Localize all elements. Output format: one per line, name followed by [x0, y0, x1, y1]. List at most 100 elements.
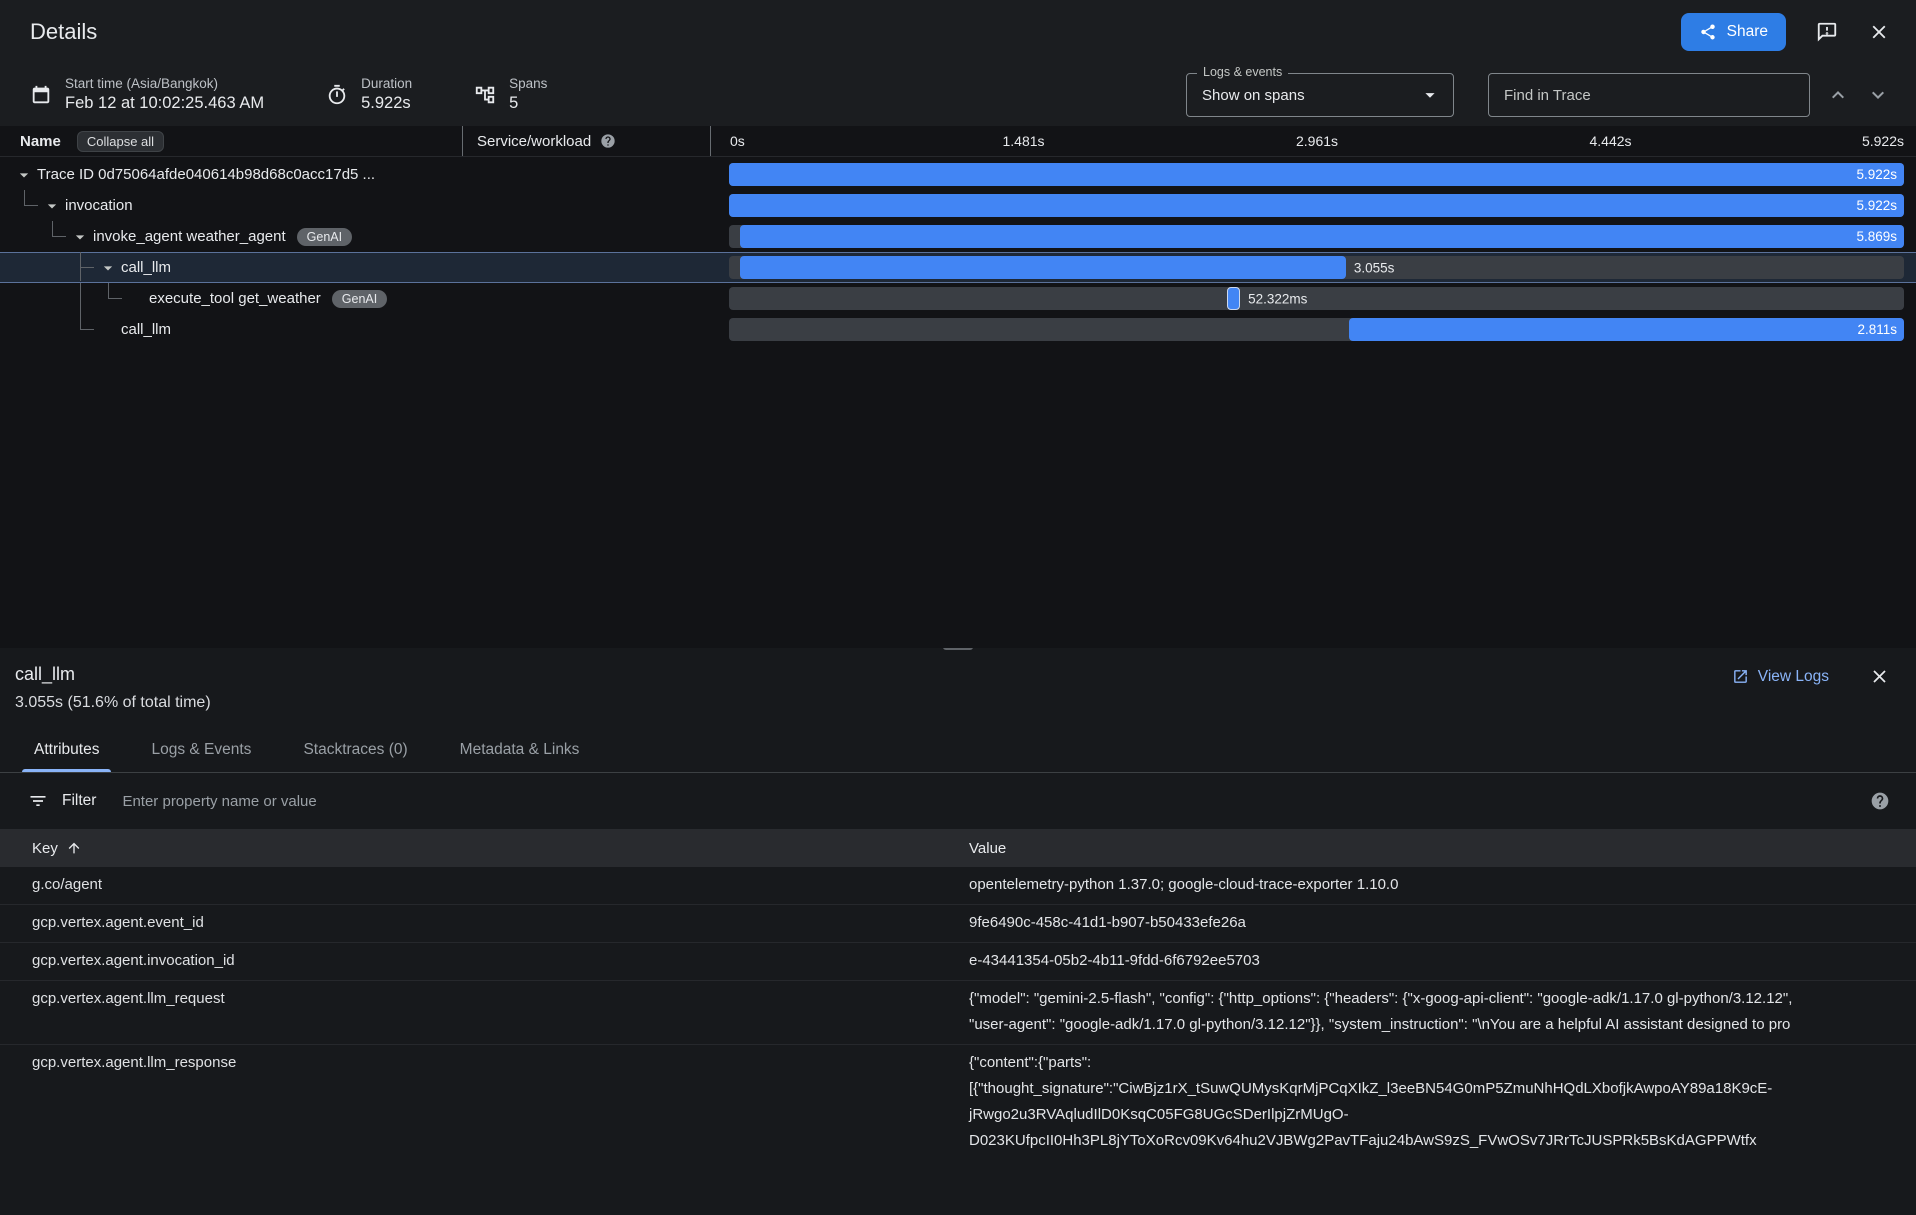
close-icon	[1868, 21, 1890, 43]
close-panel-button[interactable]	[1869, 666, 1890, 687]
span-service-cell	[462, 159, 710, 190]
span-row[interactable]: invocation 5.922s	[0, 190, 1916, 221]
attribute-row[interactable]: g.co/agent opentelemetry-python 1.37.0; …	[0, 867, 1916, 904]
spans-value: 5	[509, 93, 547, 114]
span-timeline-cell: 3.055s	[710, 252, 1916, 283]
axis-tick: 2.961s	[1296, 133, 1338, 149]
trace-details-window: Details Share	[0, 0, 1916, 1215]
tab-attributes[interactable]: Attributes	[8, 728, 125, 772]
attribute-value: e-43441354-05b2-4b11-9fdd-6f6792ee5703	[969, 948, 1916, 974]
attribute-key: gcp.vertex.agent.invocation_id	[0, 948, 969, 974]
span-duration-label: 52.322ms	[1248, 291, 1307, 306]
genai-badge: GenAI	[297, 228, 352, 246]
find-in-trace-input[interactable]	[1488, 73, 1810, 117]
timeline-track: 5.869s	[729, 225, 1904, 248]
attribute-filter-input[interactable]	[122, 793, 1856, 810]
span-service-cell	[462, 252, 710, 283]
span-row[interactable]: Trace ID 0d75064afde040614b98d68c0acc17d…	[0, 159, 1916, 190]
span-row[interactable]: execute_tool get_weather GenAI 52.322ms	[0, 283, 1916, 314]
expand-chevron-icon[interactable]	[98, 258, 118, 278]
span-duration-label: 5.922s	[1849, 198, 1904, 213]
panel-resize-handle[interactable]	[943, 648, 973, 650]
view-logs-label: View Logs	[1758, 668, 1829, 686]
span-duration-bar[interactable]: 2.811s	[1349, 318, 1904, 341]
axis-tick: 5.922s	[1862, 133, 1904, 149]
span-name-label: call_llm	[121, 259, 171, 276]
find-previous-button[interactable]	[1826, 83, 1850, 107]
waterfall-header: Name Collapse all Service/workload 0s 1.…	[0, 126, 1916, 157]
attribute-key: g.co/agent	[0, 872, 969, 898]
topbar-actions: Share	[1681, 13, 1890, 51]
view-logs-button[interactable]: View Logs	[1732, 668, 1829, 686]
duration-meta: Duration 5.922s	[326, 76, 412, 114]
span-duration-label: 3.055s	[1354, 260, 1395, 275]
feedback-icon	[1816, 21, 1838, 43]
attribute-row[interactable]: gcp.vertex.agent.llm_request {"model": "…	[0, 980, 1916, 1044]
attribute-row[interactable]: gcp.vertex.agent.invocation_id e-4344135…	[0, 942, 1916, 980]
span-duration-label: 5.869s	[1849, 229, 1904, 244]
span-timeline-cell: 5.922s	[710, 190, 1916, 221]
topbar: Details Share	[0, 0, 1916, 64]
span-duration-bar[interactable]: 5.869s	[740, 225, 1904, 248]
span-timeline-cell: 5.922s	[710, 159, 1916, 190]
service-column-header: Service/workload	[477, 133, 591, 150]
timeline-track: 2.811s	[729, 318, 1904, 341]
attribute-value: opentelemetry-python 1.37.0; google-clou…	[969, 872, 1916, 898]
span-name-label: execute_tool get_weather	[149, 290, 321, 307]
tab-logs-events[interactable]: Logs & Events	[125, 728, 277, 772]
span-service-cell	[462, 190, 710, 221]
axis-tick: 4.442s	[1589, 133, 1631, 149]
chevron-up-icon	[1826, 83, 1850, 107]
span-row[interactable]: call_llm 2.811s	[0, 314, 1916, 345]
tab-stacktraces[interactable]: Stacktraces (0)	[277, 728, 433, 772]
close-details-button[interactable]	[1868, 21, 1890, 43]
span-service-cell	[462, 221, 710, 252]
span-timeline-cell: 52.322ms	[710, 283, 1916, 314]
spans-label: Spans	[509, 76, 547, 93]
logs-events-select[interactable]: Logs & events Show on spans	[1186, 73, 1454, 117]
attribute-key: gcp.vertex.agent.llm_request	[0, 986, 969, 1038]
span-timeline-cell: 2.811s	[710, 314, 1916, 345]
stopwatch-icon	[326, 84, 348, 106]
logs-events-value: Show on spans	[1202, 87, 1305, 104]
span-name-label: invoke_agent weather_agent	[93, 228, 286, 245]
logs-events-label: Logs & events	[1197, 65, 1288, 79]
sort-ascending-icon[interactable]	[66, 840, 82, 856]
span-duration-label: 2.811s	[1850, 322, 1904, 337]
feedback-button[interactable]	[1816, 21, 1838, 43]
span-duration-bar[interactable]: 5.922s	[729, 163, 1904, 186]
tab-metadata-links[interactable]: Metadata & Links	[434, 728, 606, 772]
page-title: Details	[30, 19, 97, 45]
genai-badge: GenAI	[332, 290, 387, 308]
span-row[interactable]: call_llm 3.055s	[0, 252, 1916, 283]
attribute-value: 9fe6490c-458c-41d1-b907-b50433efe26a	[969, 910, 1916, 936]
attribute-value: {"model": "gemini-2.5-flash", "config": …	[969, 986, 1916, 1038]
span-name-label: Trace ID 0d75064afde040614b98d68c0acc17d…	[37, 166, 375, 183]
attribute-key: gcp.vertex.agent.event_id	[0, 910, 969, 936]
share-button[interactable]: Share	[1681, 13, 1786, 51]
help-icon[interactable]	[600, 133, 616, 149]
name-column-header: Name	[20, 133, 61, 150]
detail-tabs: Attributes Logs & Events Stacktraces (0)…	[0, 728, 1916, 773]
span-duration-bar[interactable]: 5.922s	[729, 194, 1904, 217]
expand-chevron-icon[interactable]	[70, 227, 90, 247]
timeline-track: 5.922s	[729, 163, 1904, 186]
span-duration-label: 5.922s	[1849, 167, 1904, 182]
filter-icon	[28, 791, 48, 811]
expand-chevron-icon[interactable]	[42, 196, 62, 216]
attributes-table-header: Key Value	[0, 829, 1916, 867]
span-duration-bar[interactable]	[740, 256, 1346, 279]
duration-label: Duration	[361, 76, 412, 93]
key-column-header[interactable]: Key	[32, 840, 58, 857]
attribute-row[interactable]: gcp.vertex.agent.llm_response {"content"…	[0, 1044, 1916, 1160]
span-row[interactable]: invoke_agent weather_agent GenAI 5.869s	[0, 221, 1916, 252]
attribute-row[interactable]: gcp.vertex.agent.event_id 9fe6490c-458c-…	[0, 904, 1916, 942]
span-duration-bar[interactable]	[1227, 287, 1240, 310]
expand-chevron-icon[interactable]	[14, 165, 34, 185]
help-icon[interactable]	[1870, 791, 1890, 811]
collapse-all-button[interactable]: Collapse all	[77, 131, 164, 152]
find-next-button[interactable]	[1866, 83, 1890, 107]
spans-meta: Spans 5	[474, 76, 547, 114]
span-title: call_llm	[15, 664, 211, 685]
filter-label: Filter	[62, 792, 96, 810]
